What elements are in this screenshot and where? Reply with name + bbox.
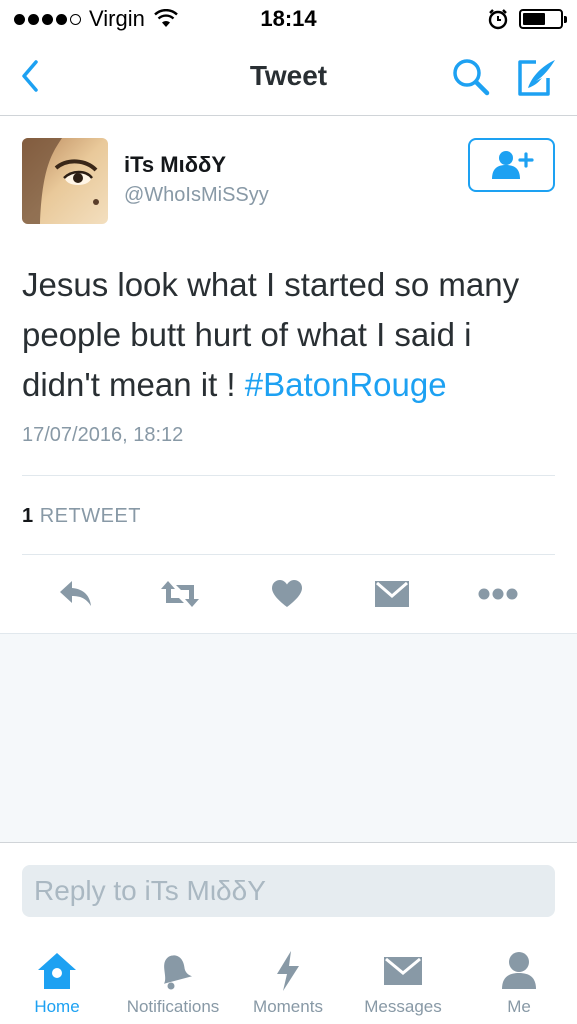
reply-icon xyxy=(60,581,91,606)
status-bar: Virgin 18:14 xyxy=(0,0,577,38)
direct-message-button[interactable] xyxy=(372,576,412,612)
author-name[interactable]: iTs MιδδY xyxy=(124,152,226,178)
retweet-label: RETWEET xyxy=(39,505,141,527)
avatar[interactable] xyxy=(22,138,108,224)
bell-icon xyxy=(151,949,195,993)
tab-label: Me xyxy=(507,997,531,1016)
tweet-text: Jesus look what I started so many people… xyxy=(22,260,552,410)
tweet-actions xyxy=(0,562,577,622)
hashtag-link[interactable]: #BatonRouge xyxy=(245,366,447,403)
person-icon xyxy=(497,949,541,993)
retweet-count: 1 xyxy=(22,505,34,527)
envelope-icon xyxy=(381,949,425,993)
retweet-stats[interactable]: 1 RETWEET xyxy=(22,505,141,528)
add-user-icon xyxy=(491,151,534,179)
more-icon xyxy=(478,588,518,600)
reply-button[interactable] xyxy=(56,576,96,612)
home-icon xyxy=(35,949,79,993)
tab-label: Messages xyxy=(364,997,442,1016)
tweet-timestamp: 17/07/2016, 18:12 xyxy=(22,424,184,446)
tab-label: Home xyxy=(34,997,80,1016)
tab-moments[interactable]: Moments xyxy=(233,949,343,1017)
tab-label: Notifications xyxy=(126,997,220,1016)
compose-icon[interactable] xyxy=(514,56,558,98)
envelope-icon xyxy=(375,581,409,607)
divider xyxy=(22,554,555,555)
alarm-icon xyxy=(488,9,508,30)
tab-home[interactable]: Home xyxy=(2,949,112,1017)
tab-label: Moments xyxy=(253,997,323,1016)
divider xyxy=(22,475,555,476)
tab-messages[interactable]: Messages xyxy=(348,949,458,1017)
nav-bar: Tweet xyxy=(0,38,577,116)
reply-bar xyxy=(0,843,577,939)
battery-icon xyxy=(519,9,567,29)
heart-icon xyxy=(272,580,302,607)
like-button[interactable] xyxy=(267,576,307,612)
retweet-icon xyxy=(161,581,199,607)
status-right xyxy=(487,8,567,30)
tab-me[interactable]: Me xyxy=(464,949,574,1017)
reply-input[interactable] xyxy=(22,865,555,917)
replies-area xyxy=(0,633,577,843)
search-icon[interactable] xyxy=(450,56,492,98)
lightning-icon xyxy=(266,949,310,993)
author-handle[interactable]: @WhoIsMiSSyy xyxy=(124,184,269,207)
retweet-button[interactable] xyxy=(160,576,200,612)
tab-bar: Home Notifications Moments Messages Me xyxy=(0,939,577,1024)
follow-button[interactable] xyxy=(468,138,555,192)
tab-notifications[interactable]: Notifications xyxy=(118,949,228,1017)
more-button[interactable] xyxy=(478,576,518,612)
